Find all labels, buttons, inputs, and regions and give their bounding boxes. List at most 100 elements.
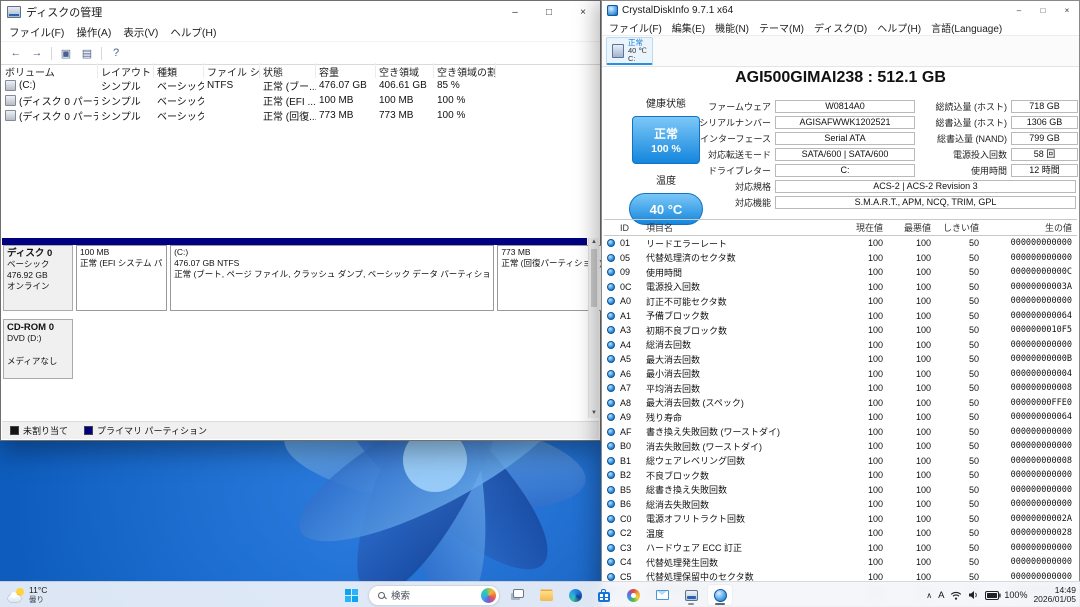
cdrom-label[interactable]: CD-ROM 0 DVD (D:) メディアなし xyxy=(3,319,73,379)
cdi-menu-item-4[interactable]: ディスク(D) xyxy=(809,19,872,36)
smart-row[interactable]: B0消去失敗回数 (ワーストダイ)10010050000000000000 xyxy=(604,439,1077,454)
taskbar-disk-management-button[interactable] xyxy=(678,584,704,606)
smart-row[interactable]: A0訂正不可能セクタ数10010050000000000000 xyxy=(604,294,1077,309)
scroll-up-icon[interactable]: ▲ xyxy=(591,238,597,247)
back-arrow-icon[interactable]: ← xyxy=(7,44,25,62)
smart-row[interactable]: C4代替処理発生回数10010050000000000000 xyxy=(604,555,1077,570)
info-value[interactable]: W0814A0 xyxy=(775,100,915,113)
smart-row[interactable]: B6総消去失敗回数10010050000000000000 xyxy=(604,497,1077,512)
smart-row[interactable]: B2不良ブロック数10010050000000000000 xyxy=(604,468,1077,483)
drive-tab-c[interactable]: 正常 40 ℃ C: xyxy=(606,37,653,65)
clock[interactable]: 14:49 2026/01/05 xyxy=(1033,586,1076,605)
smart-row[interactable]: A1予備ブロック数10010050000000000064 xyxy=(604,309,1077,324)
smart-column-current[interactable]: 現在値 xyxy=(847,221,895,234)
smart-column-name[interactable]: 項目名 xyxy=(646,221,847,234)
console-window-icon[interactable]: ▣ xyxy=(57,44,75,62)
dm-column-header-0[interactable]: ボリューム xyxy=(2,63,98,78)
cdi-menu-item-0[interactable]: ファイル(F) xyxy=(604,19,667,36)
help-icon[interactable]: ? xyxy=(107,44,125,62)
maximize-button[interactable]: □ xyxy=(1031,1,1055,19)
smart-row[interactable]: A8最大消去回数 (スペック)1001005000000000FFE0 xyxy=(604,396,1077,411)
start-button[interactable] xyxy=(338,584,364,606)
wifi-icon[interactable] xyxy=(950,591,962,600)
smart-row[interactable]: A3初期不良ブロック数100100500000000010F5 xyxy=(604,323,1077,338)
info-value[interactable]: SATA/600 | SATA/600 xyxy=(775,148,915,161)
dm-column-header-3[interactable]: ファイル システム xyxy=(204,63,260,78)
taskbar-microsoft-store-button[interactable] xyxy=(591,584,617,606)
hidden-icons-chevron[interactable]: ∧ xyxy=(926,591,932,600)
maximize-button[interactable]: □ xyxy=(532,1,566,23)
smart-row[interactable]: A9残り寿命10010050000000000064 xyxy=(604,410,1077,425)
smart-row[interactable]: A6最小消去回数10010050000000000004 xyxy=(604,367,1077,382)
disk0-label[interactable]: ディスク 0 ベーシック 476.92 GB オンライン xyxy=(3,245,73,311)
ime-indicator[interactable]: A xyxy=(938,590,944,601)
cdi-menu-item-5[interactable]: ヘルプ(H) xyxy=(872,19,926,36)
smart-column-worst[interactable]: 最悪値 xyxy=(895,221,943,234)
cdi-menu-item-6[interactable]: 言語(Language) xyxy=(926,19,1007,36)
smart-row[interactable]: 0C電源投入回数1001005000000000003A xyxy=(604,280,1077,295)
taskbar-crystaldiskinfo-button[interactable] xyxy=(707,584,733,606)
cdi-menu-item-3[interactable]: テーマ(M) xyxy=(754,19,809,36)
dm-menu-item-1[interactable]: 操作(A) xyxy=(70,24,117,41)
info-value[interactable]: Serial ATA xyxy=(775,132,915,145)
info-value[interactable]: 799 GB xyxy=(1011,132,1078,145)
info-value[interactable]: C: xyxy=(775,164,915,177)
smart-column-id[interactable]: ID xyxy=(620,223,646,233)
volume-icon[interactable] xyxy=(968,590,979,600)
cdi-menu-item-2[interactable]: 機能(N) xyxy=(710,19,754,36)
forward-arrow-icon[interactable]: → xyxy=(28,44,46,62)
health-status-button[interactable]: 正常 100 % xyxy=(632,116,700,164)
smart-row[interactable]: C0電源オフリトラクト回数1001005000000000002A xyxy=(604,512,1077,527)
smart-row[interactable]: 01リードエラーレート10010050000000000000 xyxy=(604,236,1077,251)
taskbar-mail-button[interactable] xyxy=(649,584,675,606)
smart-column-threshold[interactable]: しきい値 xyxy=(943,221,991,234)
smart-row[interactable]: A5最大消去回数1001005000000000000B xyxy=(604,352,1077,367)
volume-row[interactable]: (ディスク 0 パーティション...シンプルベーシック正常 (回復...773 … xyxy=(2,108,587,123)
info-value[interactable]: 58 回 xyxy=(1011,148,1078,161)
smart-row[interactable]: C2温度10010050000000000028 xyxy=(604,526,1077,541)
close-button[interactable]: × xyxy=(1055,1,1079,19)
cdi-menu-item-1[interactable]: 編集(E) xyxy=(667,19,710,36)
dm-menu-item-2[interactable]: 表示(V) xyxy=(117,24,164,41)
minimize-button[interactable]: – xyxy=(498,1,532,23)
info-value[interactable]: 12 時間 xyxy=(1011,164,1078,177)
smart-column-raw[interactable]: 生の値 xyxy=(991,221,1077,234)
battery-indicator[interactable]: 100% xyxy=(985,590,1027,600)
taskbar-task-view-button[interactable] xyxy=(504,584,530,606)
dm-column-header-1[interactable]: レイアウト xyxy=(98,63,154,78)
partition-box[interactable]: 100 MB正常 (EFI システム パーティシ xyxy=(76,245,167,311)
smart-row[interactable]: A7平均消去回数10010050000000000008 xyxy=(604,381,1077,396)
smart-row[interactable]: A4総消去回数10010050000000000000 xyxy=(604,338,1077,353)
smart-row[interactable]: 09使用時間1001005000000000000C xyxy=(604,265,1077,280)
dm-column-header-7[interactable]: 空き領域の割... xyxy=(434,63,496,78)
dm-column-header-4[interactable]: 状態 xyxy=(260,63,316,78)
info-value[interactable]: 718 GB xyxy=(1011,100,1078,113)
info-value[interactable]: S.M.A.R.T., APM, NCQ, TRIM, GPL xyxy=(775,196,1076,209)
info-value[interactable]: AGISAFWWK1202521 xyxy=(775,116,915,129)
smart-row[interactable]: B1総ウェアレベリング回数10010050000000000008 xyxy=(604,454,1077,469)
disk-management-titlebar[interactable]: ディスクの管理 – □ × xyxy=(1,1,600,23)
taskbar-weather-widget[interactable]: 11°C 曇り xyxy=(4,582,51,607)
vertical-scrollbar[interactable]: ▲ ▼ xyxy=(588,238,599,418)
properties-icon[interactable]: ▤ xyxy=(78,44,96,62)
info-value[interactable]: ACS-2 | ACS-2 Revision 3 xyxy=(775,180,1076,193)
close-button[interactable]: × xyxy=(566,1,600,23)
volume-row[interactable]: (ディスク 0 パーティション...シンプルベーシック正常 (EFI ...10… xyxy=(2,93,587,108)
scroll-down-icon[interactable]: ▼ xyxy=(591,409,597,418)
dm-column-header-2[interactable]: 種類 xyxy=(154,63,204,78)
dm-column-header-5[interactable]: 容量 xyxy=(316,63,376,78)
minimize-button[interactable]: – xyxy=(1007,1,1031,19)
crystaldiskinfo-titlebar[interactable]: CrystalDiskInfo 9.7.1 x64 – □ × xyxy=(602,1,1079,19)
volume-row[interactable]: (C:)シンプルベーシックNTFS正常 (ブー...476.07 GB406.6… xyxy=(2,78,587,93)
scrollbar-thumb[interactable] xyxy=(591,249,597,307)
smart-row[interactable]: C3ハードウェア ECC 訂正10010050000000000000 xyxy=(604,541,1077,556)
taskbar-search[interactable]: 検索 xyxy=(368,585,500,606)
taskbar-file-explorer-button[interactable] xyxy=(533,584,559,606)
partition-box[interactable]: (C:)476.07 GB NTFS正常 (ブート, ページ ファイル, クラッ… xyxy=(170,245,494,311)
scrollbar-track[interactable] xyxy=(589,247,599,409)
taskbar-photos-button[interactable] xyxy=(620,584,646,606)
dm-column-header-6[interactable]: 空き領域 xyxy=(376,63,434,78)
smart-row[interactable]: AF書き換え失敗回数 (ワーストダイ)10010050000000000000 xyxy=(604,425,1077,440)
taskbar-edge-button[interactable] xyxy=(562,584,588,606)
dm-menu-item-3[interactable]: ヘルプ(H) xyxy=(164,24,222,41)
